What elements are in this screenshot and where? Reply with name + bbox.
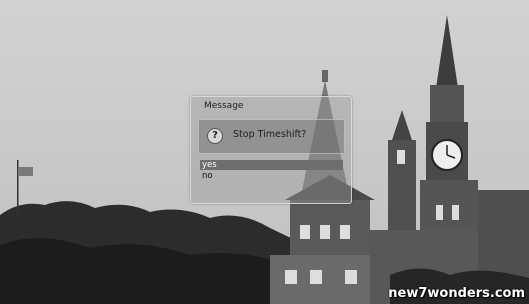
dialog-message-box: ? Stop Timeshift? [198, 119, 345, 154]
option-no[interactable]: no [200, 171, 343, 181]
dialog-message: Stop Timeshift? [233, 129, 307, 140]
message-dialog: Message ? Stop Timeshift? yes no [190, 96, 352, 204]
tv-screen: Message ? Stop Timeshift? yes no new7won… [0, 0, 529, 304]
question-icon: ? [207, 128, 223, 144]
watermark: new7wonders.com [388, 286, 525, 301]
option-yes[interactable]: yes [200, 160, 343, 170]
dialog-title: Message [204, 101, 244, 111]
